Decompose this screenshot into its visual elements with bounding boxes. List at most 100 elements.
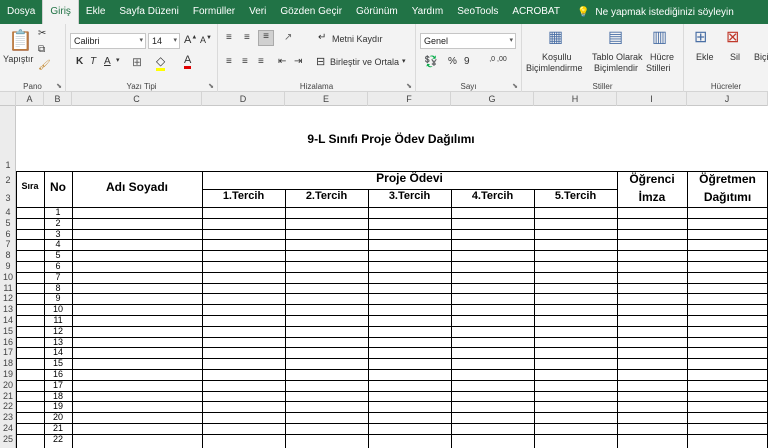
menu-tab-4[interactable]: Formüller bbox=[186, 0, 242, 24]
conditional-label-1[interactable]: Koşullu bbox=[542, 52, 572, 62]
row-header-18[interactable]: 18 bbox=[0, 358, 16, 369]
cell-styles-label-1[interactable]: Hücre bbox=[650, 52, 674, 62]
row-header-19[interactable]: 19 bbox=[0, 369, 16, 380]
paste-button[interactable]: Yapıştır bbox=[3, 54, 33, 64]
row-header-21[interactable]: 21 bbox=[0, 391, 16, 402]
menu-tab-7[interactable]: Görünüm bbox=[349, 0, 405, 24]
comma-style-button[interactable]: 9 bbox=[464, 56, 470, 67]
italic-button[interactable]: T bbox=[90, 56, 96, 67]
align-top-icon[interactable]: ≡ bbox=[226, 32, 232, 43]
menu-tab-6[interactable]: Gözden Geçir bbox=[273, 0, 349, 24]
row-header-16[interactable]: 16 bbox=[0, 337, 16, 348]
menu-tab-0[interactable]: Dosya bbox=[0, 0, 42, 24]
column-header-A[interactable]: A bbox=[16, 92, 44, 106]
row-header-4[interactable]: 4 bbox=[0, 207, 16, 218]
cell-styles-label-2[interactable]: Stilleri bbox=[646, 63, 671, 73]
paste-icon[interactable]: 📋 bbox=[8, 28, 33, 53]
column-header-B[interactable]: B bbox=[44, 92, 72, 106]
underline-button[interactable]: A bbox=[104, 56, 111, 67]
column-header-C[interactable]: C bbox=[72, 92, 202, 106]
column-header-E[interactable]: E bbox=[285, 92, 368, 106]
font-launcher-icon[interactable]: ⬊ bbox=[208, 82, 214, 90]
font-size-select[interactable]: 14 ▾ bbox=[148, 33, 180, 49]
worksheet-grid[interactable]: 9-L Sınıfı Proje Ödev Dağılımı Sıra No A… bbox=[16, 106, 768, 448]
number-launcher-icon[interactable]: ⬊ bbox=[512, 82, 518, 90]
alignment-launcher-icon[interactable]: ⬊ bbox=[406, 82, 412, 90]
chevron-down-icon[interactable]: ▾ bbox=[116, 56, 120, 64]
row-header-11[interactable]: 11 bbox=[0, 283, 16, 294]
menu-tab-5[interactable]: Veri bbox=[242, 0, 273, 24]
accounting-format-icon[interactable]: 💱 bbox=[424, 55, 438, 68]
delete-cells-icon[interactable]: ⊠ bbox=[726, 27, 739, 47]
align-middle-icon[interactable]: ≡ bbox=[244, 32, 250, 43]
row-header-2[interactable]: 2 bbox=[0, 171, 16, 189]
select-all-corner[interactable] bbox=[0, 92, 16, 106]
decrease-indent-icon[interactable]: ⇤ bbox=[278, 56, 286, 67]
format-painter-icon[interactable]: 🖌 bbox=[38, 60, 51, 71]
menu-tab-8[interactable]: Yardım bbox=[405, 0, 451, 24]
copy-icon[interactable]: ⧉ bbox=[38, 44, 45, 55]
tell-me-search[interactable]: 💡 Ne yapmak istediğinizi söyleyin bbox=[567, 7, 734, 18]
borders-icon[interactable]: ⊞ bbox=[132, 55, 142, 69]
column-header-F[interactable]: F bbox=[368, 92, 451, 106]
fill-color-icon[interactable]: ◇ bbox=[156, 54, 166, 71]
font-name-select[interactable]: Calibri ▾ bbox=[70, 33, 146, 49]
row-header-7[interactable]: 7 bbox=[0, 239, 16, 250]
merge-center-button[interactable]: Birleştir ve Ortala bbox=[330, 57, 399, 67]
font-color-icon[interactable]: A bbox=[184, 54, 192, 69]
increase-indent-icon[interactable]: ⇥ bbox=[294, 56, 302, 67]
row-header-6[interactable]: 6 bbox=[0, 229, 16, 240]
clipboard-launcher-icon[interactable]: ⬊ bbox=[56, 82, 62, 90]
merge-icon[interactable]: ⊟ bbox=[316, 55, 325, 68]
cell-styles-icon[interactable]: ▥ bbox=[652, 27, 667, 47]
menu-tab-3[interactable]: Sayfa Düzeni bbox=[112, 0, 185, 24]
menu-tab-10[interactable]: ACROBAT bbox=[505, 0, 567, 24]
wrap-text-button[interactable]: Metni Kaydır bbox=[332, 34, 383, 44]
row-header-9[interactable]: 9 bbox=[0, 261, 16, 272]
row-header-20[interactable]: 20 bbox=[0, 380, 16, 391]
chevron-down-icon[interactable]: ▾ bbox=[402, 57, 406, 65]
align-bottom-icon[interactable]: ≡ bbox=[258, 30, 274, 46]
align-left-icon[interactable]: ≡ bbox=[226, 56, 232, 67]
insert-cells-icon[interactable]: ⊞ bbox=[694, 27, 707, 47]
conditional-label-2[interactable]: Biçimlendirme bbox=[526, 63, 583, 73]
number-format-select[interactable]: Genel ▾ bbox=[420, 33, 516, 49]
column-header-G[interactable]: G bbox=[451, 92, 534, 106]
row-header-3[interactable]: 3 bbox=[0, 189, 16, 207]
wrap-text-icon[interactable]: ↵ bbox=[318, 32, 326, 43]
row-header-24[interactable]: 24 bbox=[0, 423, 16, 434]
column-header-H[interactable]: H bbox=[534, 92, 617, 106]
column-header-D[interactable]: D bbox=[202, 92, 285, 106]
decimal-buttons[interactable]: ,0 ,00 bbox=[480, 56, 516, 63]
table-label-1[interactable]: Tablo Olarak bbox=[592, 52, 643, 62]
menu-tab-2[interactable]: Ekle bbox=[79, 0, 112, 24]
align-right-icon[interactable]: ≡ bbox=[258, 56, 264, 67]
row-header-22[interactable]: 22 bbox=[0, 401, 16, 412]
row-header-12[interactable]: 12 bbox=[0, 293, 16, 304]
orientation-icon[interactable]: ↗ bbox=[284, 32, 292, 43]
menu-tab-9[interactable]: SeoTools bbox=[450, 0, 505, 24]
row-header-23[interactable]: 23 bbox=[0, 412, 16, 423]
increase-font-icon[interactable]: A▲ bbox=[184, 34, 197, 46]
column-header-J[interactable]: J bbox=[687, 92, 768, 106]
delete-cells-button[interactable]: Sil bbox=[730, 52, 740, 62]
insert-cells-button[interactable]: Ekle bbox=[696, 52, 714, 62]
table-label-2[interactable]: Biçimlendir bbox=[594, 63, 638, 73]
percent-button[interactable]: % bbox=[448, 56, 457, 67]
menu-tab-1[interactable]: Giriş bbox=[42, 0, 79, 24]
align-center-icon[interactable]: ≡ bbox=[242, 56, 248, 67]
row-header-1[interactable]: 1 bbox=[0, 160, 16, 171]
row-header-14[interactable]: 14 bbox=[0, 315, 16, 326]
row-header-5[interactable]: 5 bbox=[0, 218, 16, 229]
column-header-I[interactable]: I bbox=[617, 92, 687, 106]
row-header-17[interactable]: 17 bbox=[0, 347, 16, 358]
format-cells-button[interactable]: Biçi bbox=[754, 52, 768, 62]
conditional-formatting-icon[interactable]: ▦ bbox=[548, 27, 563, 47]
row-header-10[interactable]: 10 bbox=[0, 272, 16, 283]
row-header-25[interactable]: 25 bbox=[0, 434, 16, 448]
format-as-table-icon[interactable]: ▤ bbox=[608, 27, 623, 47]
row-header-13[interactable]: 13 bbox=[0, 304, 16, 315]
decrease-font-icon[interactable]: A▼ bbox=[200, 35, 212, 45]
row-header-8[interactable]: 8 bbox=[0, 250, 16, 261]
cut-icon[interactable]: ✂ bbox=[38, 28, 46, 39]
